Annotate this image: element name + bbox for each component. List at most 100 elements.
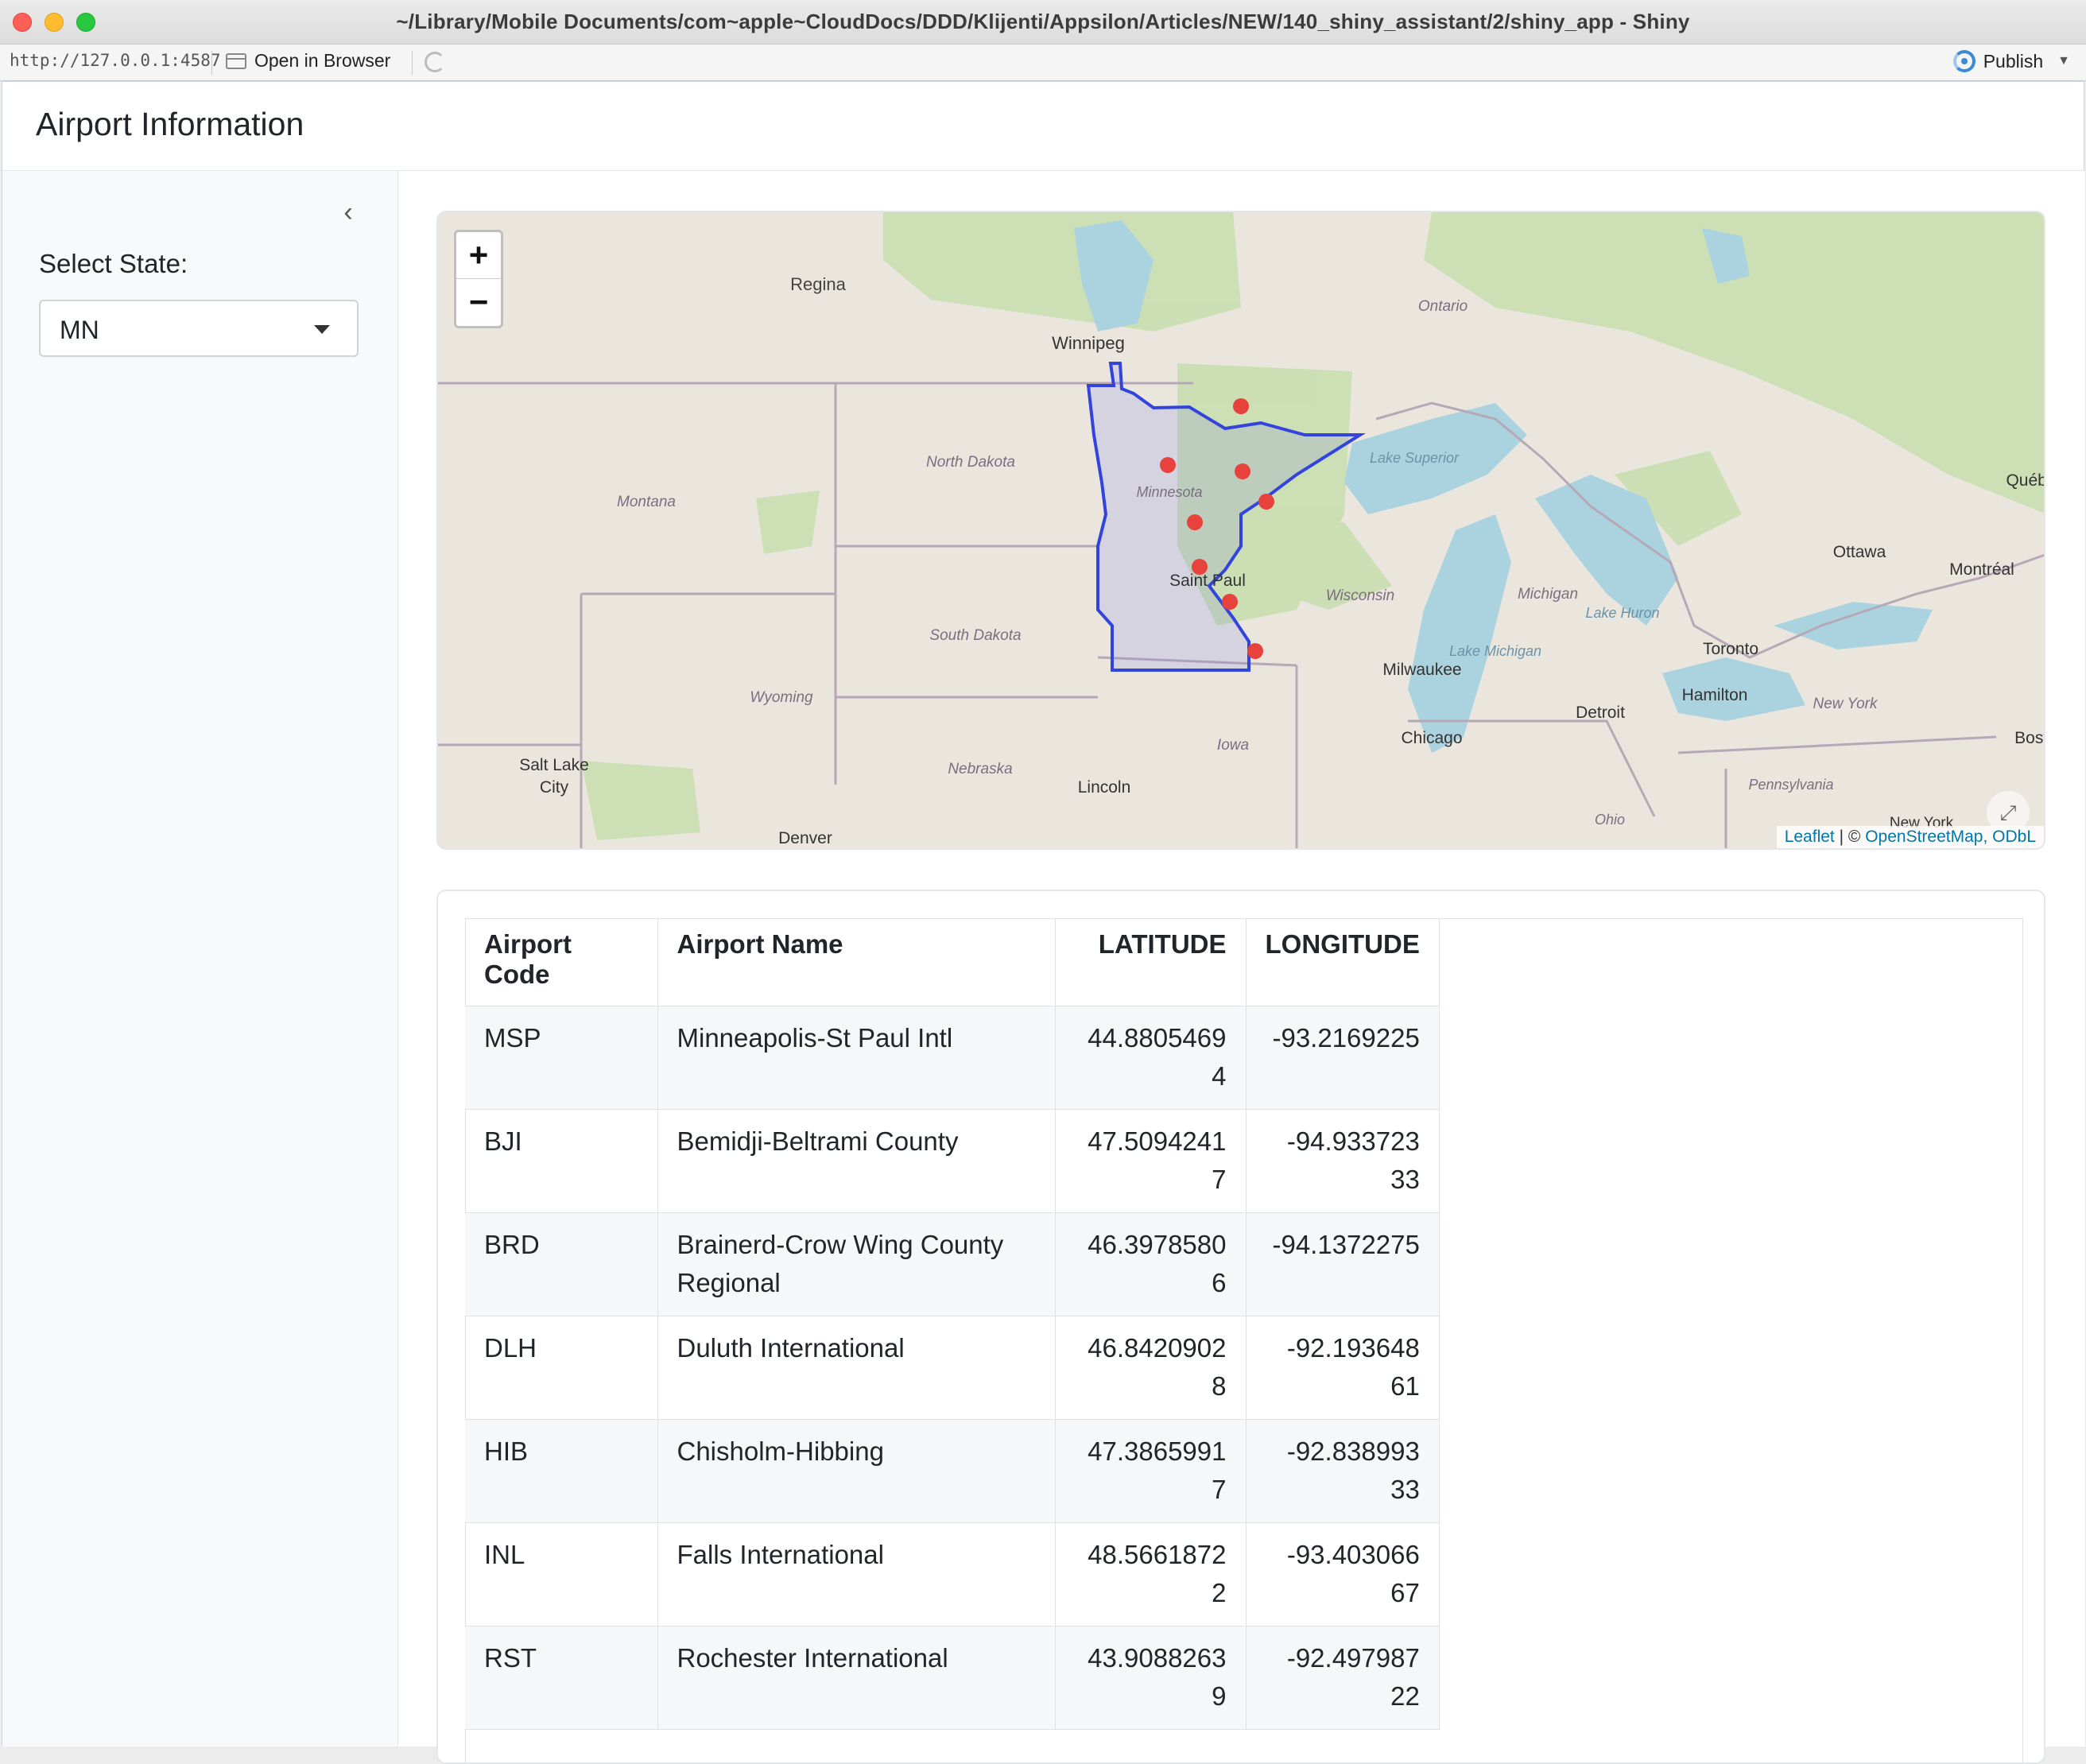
- table-row: HIB Chisholm-Hibbing 47.3865991 7 -92.83899…: [465, 1419, 1440, 1523]
- map-place-label: Ontario: [1418, 298, 1468, 315]
- map-place-label: Lake Michigan: [1449, 643, 1541, 659]
- airport-marker[interactable]: [1160, 457, 1176, 473]
- map-place-label: Hamilton: [1682, 686, 1748, 704]
- map-place-label: Montana: [617, 494, 676, 510]
- map-place-label: Ohio: [1595, 812, 1625, 828]
- select-state-label: Select State:: [39, 249, 188, 278]
- cell-latitude: 47.3865991 7: [1055, 1419, 1247, 1523]
- cell-airport-code: MSP: [465, 1006, 658, 1110]
- map-place-label: Lake Superior: [1370, 450, 1460, 466]
- map-place-label: New York: [1813, 696, 1879, 712]
- publish-label: Publish: [1983, 50, 2044, 72]
- cell-airport-code: RST: [465, 1626, 658, 1730]
- cell-longitude: -92.838993 33: [1246, 1419, 1440, 1523]
- map-place-label: Detroit: [1576, 704, 1625, 722]
- openstreetmap-link[interactable]: OpenStreetMap: [1865, 828, 1983, 846]
- cell-longitude: -93.2169225: [1246, 1006, 1440, 1110]
- cell-latitude: 47.5094241 7: [1055, 1109, 1247, 1213]
- table-row: BJI Bemidji-Beltrami County 47.5094241 7 -9…: [465, 1109, 1440, 1213]
- cell-longitude: -92.497987 22: [1246, 1626, 1440, 1730]
- airport-marker[interactable]: [1258, 494, 1274, 510]
- map-place-label: City: [540, 778, 569, 797]
- airport-marker[interactable]: [1222, 594, 1238, 610]
- collapse-sidebar-icon[interactable]: ‹: [336, 196, 360, 228]
- header-longitude[interactable]: LONGITUDE: [1246, 918, 1440, 1006]
- map-place-label: Regina: [790, 274, 846, 294]
- map-place-label: Toronto: [1703, 640, 1758, 658]
- zoom-out-button[interactable]: −: [456, 279, 501, 326]
- map-place-label: Wisconsin: [1326, 587, 1394, 604]
- cell-airport-code: DLH: [465, 1316, 658, 1420]
- airport-table: Airport Code Airport Name LATITUDE LONGI…: [465, 918, 1440, 1730]
- cell-latitude: 43.9088263 9: [1055, 1626, 1247, 1730]
- window-title: ~/Library/Mobile Documents/com~apple~Clo…: [396, 10, 1690, 33]
- map-place-label: Saint Paul: [1169, 572, 1246, 590]
- map-place-label: Chicago: [1401, 729, 1462, 747]
- cell-longitude: -94.933723 33: [1246, 1109, 1440, 1213]
- leaflet-link[interactable]: Leaflet: [1785, 828, 1835, 846]
- airport-marker[interactable]: [1192, 559, 1208, 575]
- table-row: DLH Duluth International 46.8420902 8 -92.1…: [465, 1316, 1440, 1420]
- cell-airport-name: Duluth International: [657, 1316, 1056, 1420]
- chevron-down-icon: [314, 325, 330, 334]
- header-airport-name[interactable]: Airport Name: [657, 918, 1056, 1006]
- url-text: http://127.0.0.1:4587: [10, 51, 221, 70]
- cell-latitude: 46.3978580 6: [1055, 1212, 1247, 1316]
- viewer-toolbar: http://127.0.0.1:4587 Open in Browser Pu…: [0, 45, 2086, 81]
- cell-latitude: 48.5661872 2: [1055, 1522, 1247, 1626]
- cell-latitude: 46.8420902 8: [1055, 1316, 1247, 1420]
- map-place-label: Lake Huron: [1585, 605, 1659, 621]
- window-titlebar: ~/Library/Mobile Documents/com~apple~Clo…: [0, 0, 2086, 45]
- table-row: RST Rochester International 43.9088263 9 -9…: [465, 1626, 1440, 1730]
- cell-airport-name: Bemidji-Beltrami County: [657, 1109, 1056, 1213]
- map-card[interactable]: Regina Winnipeg Ontario North Dakota Montana…: [436, 211, 2045, 850]
- airport-marker[interactable]: [1187, 514, 1203, 530]
- cell-longitude: -93.403066 67: [1246, 1522, 1440, 1626]
- map-place-label: Winnipeg: [1052, 333, 1125, 353]
- map-place-label: Denver: [778, 829, 832, 847]
- airport-marker[interactable]: [1235, 463, 1250, 479]
- map-place-label: Québe: [2006, 471, 2045, 490]
- table-row: INL Falls International 48.5661872 2 -93.40…: [465, 1522, 1440, 1626]
- header-latitude[interactable]: LATITUDE: [1055, 918, 1247, 1006]
- table-card: Airport Code Airport Name LATITUDE LONGI…: [436, 890, 2045, 1764]
- header-airport-code[interactable]: Airport Code: [465, 918, 658, 1006]
- open-in-browser-label: Open in Browser: [254, 50, 391, 71]
- odbl-link[interactable]: , ODbL: [1983, 828, 2036, 846]
- map-place-label: North Dakota: [926, 454, 1015, 471]
- cell-airport-code: INL: [465, 1522, 658, 1626]
- map-place-label: Minnesota: [1136, 484, 1202, 500]
- browser-icon: [226, 52, 246, 69]
- state-select[interactable]: MN: [39, 300, 359, 357]
- leaflet-map[interactable]: Regina Winnipeg Ontario North Dakota Montana…: [438, 212, 2045, 850]
- map-place-label: Lincoln: [1078, 778, 1131, 797]
- cell-airport-code: BRD: [465, 1212, 658, 1316]
- zoom-in-button[interactable]: +: [456, 232, 501, 279]
- airport-marker[interactable]: [1233, 398, 1249, 414]
- toolbar-divider: [211, 51, 212, 75]
- cell-longitude: -94.1372275: [1246, 1212, 1440, 1316]
- state-select-value: MN: [60, 316, 99, 344]
- cell-airport-code: BJI: [465, 1109, 658, 1213]
- map-place-label: Wyoming: [750, 689, 813, 706]
- map-place-label: Montréal: [1949, 560, 2014, 579]
- table-header-row: Airport Code Airport Name LATITUDE LONGI…: [465, 918, 1440, 1006]
- navbar: Airport Information: [2, 82, 2084, 171]
- cell-longitude: -92.193648 61: [1246, 1316, 1440, 1420]
- map-place-label: South Dakota: [929, 627, 1021, 644]
- map-place-label: Michigan: [1518, 586, 1578, 603]
- shiny-app: Airport Information ‹ Select State: MN R…: [2, 81, 2085, 1764]
- airport-marker[interactable]: [1247, 643, 1263, 659]
- page-title: Airport Information: [36, 106, 304, 142]
- open-in-browser-button[interactable]: Open in Browser: [226, 50, 390, 72]
- publish-icon: [1952, 50, 1975, 72]
- publish-button[interactable]: Publish ▼: [1952, 50, 2070, 72]
- cell-airport-code: HIB: [465, 1419, 658, 1523]
- table-body: MSP Minneapolis-St Paul Intl 44.8805469 4-…: [465, 1006, 1440, 1730]
- refresh-icon[interactable]: [425, 52, 445, 72]
- cell-airport-name: Falls International: [657, 1522, 1056, 1626]
- cell-airport-name: Rochester International: [657, 1626, 1056, 1730]
- map-place-label: Pennsylvania: [1748, 777, 1833, 793]
- main-content: Regina Winnipeg Ontario North Dakota Montana…: [398, 171, 2085, 1764]
- chevron-down-icon: ▼: [2057, 54, 2070, 68]
